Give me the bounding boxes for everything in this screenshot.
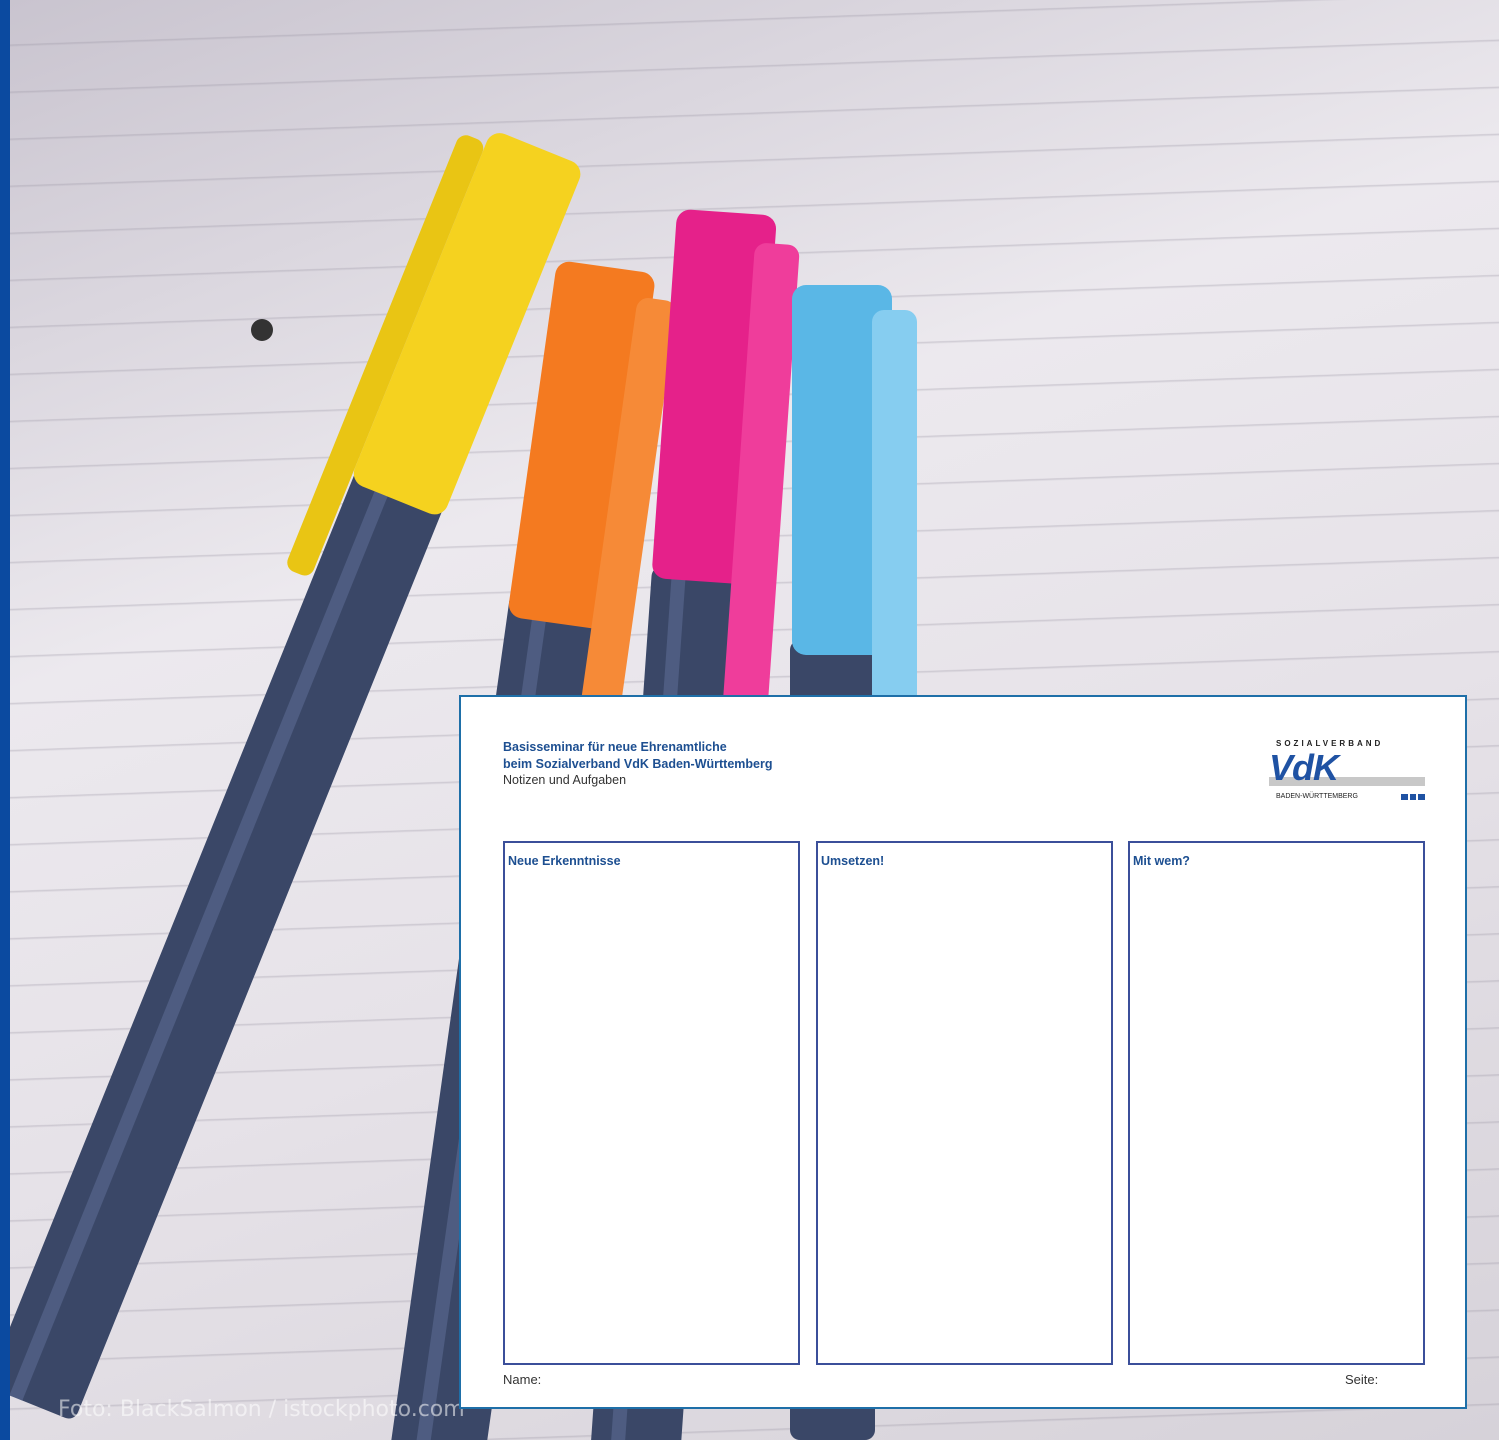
column-title: Mit wem? [1133,854,1190,868]
column-box-3[interactable]: Mit wem? [1128,841,1425,1365]
name-label: Name: [503,1372,542,1387]
sheet-subtitle: Notizen und Aufgaben [503,773,627,787]
logo-main-text: VdK [1269,747,1339,788]
vdk-logo: SOZIALVERBAND VdK BADEN-WÜRTTEMBERG [1267,739,1427,805]
logo-bottom-text: BADEN-WÜRTTEMBERG [1276,793,1358,800]
notes-sheet: Basisseminar für neue Ehrenamtliche beim… [459,695,1467,1409]
column-title: Umsetzen! [821,854,885,868]
column-box-1[interactable]: Neue Erkenntnisse [503,841,800,1365]
column-title: Neue Erkenntnisse [508,854,621,868]
left-accent-bar [0,0,10,1440]
photo-credit: Foto: BlackSalmon / istockphoto.com [58,1397,465,1422]
sheet-title-line1: Basisseminar für neue Ehrenamtliche [503,740,727,754]
sheet-title-line2: beim Sozialverband VdK Baden-Württemberg [503,757,773,771]
page-label: Seite: [1345,1372,1379,1387]
logo-squares [1401,794,1426,800]
sheet-title: Basisseminar für neue Ehrenamtliche beim… [503,739,772,773]
column-box-2[interactable]: Umsetzen! [816,841,1113,1365]
